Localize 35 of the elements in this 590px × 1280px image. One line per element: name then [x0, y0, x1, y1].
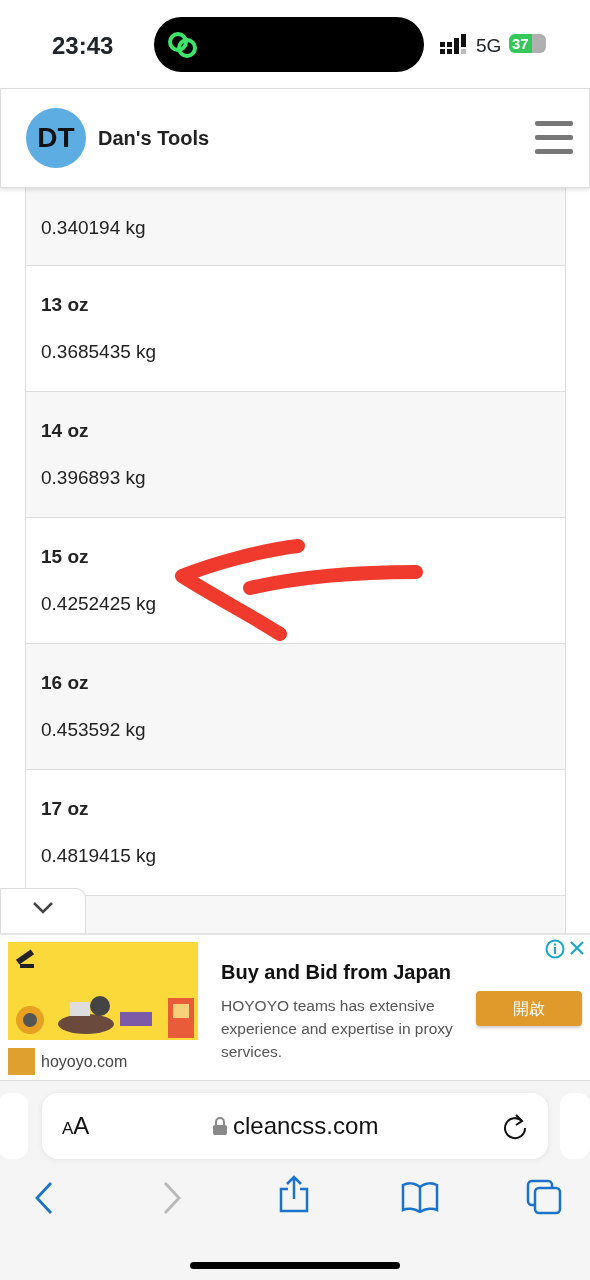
- lock-icon: [213, 1117, 227, 1135]
- network-label: 5G: [476, 34, 502, 58]
- ad-description: HOYOYO teams has extensive experience and expertise in proxy services.: [221, 996, 454, 1062]
- text-size-button[interactable]: AA: [62, 1108, 90, 1144]
- kilogram-value: 0.3685435 kg: [41, 339, 158, 364]
- advertiser-domain[interactable]: hoyoyo.com: [41, 1050, 128, 1074]
- kilogram-value: 0.453592 kg: [41, 717, 147, 742]
- close-icon[interactable]: [569, 940, 585, 956]
- kilogram-value: 0.4819415 kg: [41, 843, 158, 868]
- back-icon[interactable]: [34, 1181, 54, 1215]
- battery-level: 37: [509, 34, 546, 53]
- chevron-down-icon: [32, 901, 54, 915]
- chain-link-icon: [166, 30, 200, 60]
- bookmarks-icon[interactable]: [401, 1181, 439, 1213]
- ad-title[interactable]: Buy and Bid from Japan: [221, 957, 452, 987]
- site-logo[interactable]: DT: [26, 108, 86, 168]
- clock-time: 23:43: [52, 31, 114, 61]
- reload-icon[interactable]: [502, 1112, 528, 1140]
- ounce-label: 13 oz: [41, 293, 90, 317]
- kilogram-value: 0.396893 kg: [41, 465, 147, 490]
- kilogram-value: 0.4252425 kg: [41, 591, 158, 616]
- menu-icon[interactable]: [535, 121, 573, 155]
- ounce-label: 17 oz: [41, 797, 90, 821]
- ounce-label: 15 oz: [41, 545, 90, 569]
- share-icon[interactable]: [278, 1175, 310, 1213]
- ounce-label: 14 oz: [41, 419, 90, 443]
- address-bar[interactable]: AA cleancss.com: [42, 1093, 548, 1159]
- kilogram-value: 0.340194 kg: [41, 216, 147, 240]
- url-text[interactable]: cleancss.com: [233, 1108, 379, 1144]
- tabs-icon[interactable]: [526, 1179, 562, 1215]
- ounce-label: 16 oz: [41, 671, 90, 695]
- info-icon[interactable]: [545, 939, 565, 959]
- signal-icon: [440, 34, 468, 54]
- site-title[interactable]: Dan's Tools: [98, 123, 210, 153]
- advertiser-logo: [8, 1048, 35, 1075]
